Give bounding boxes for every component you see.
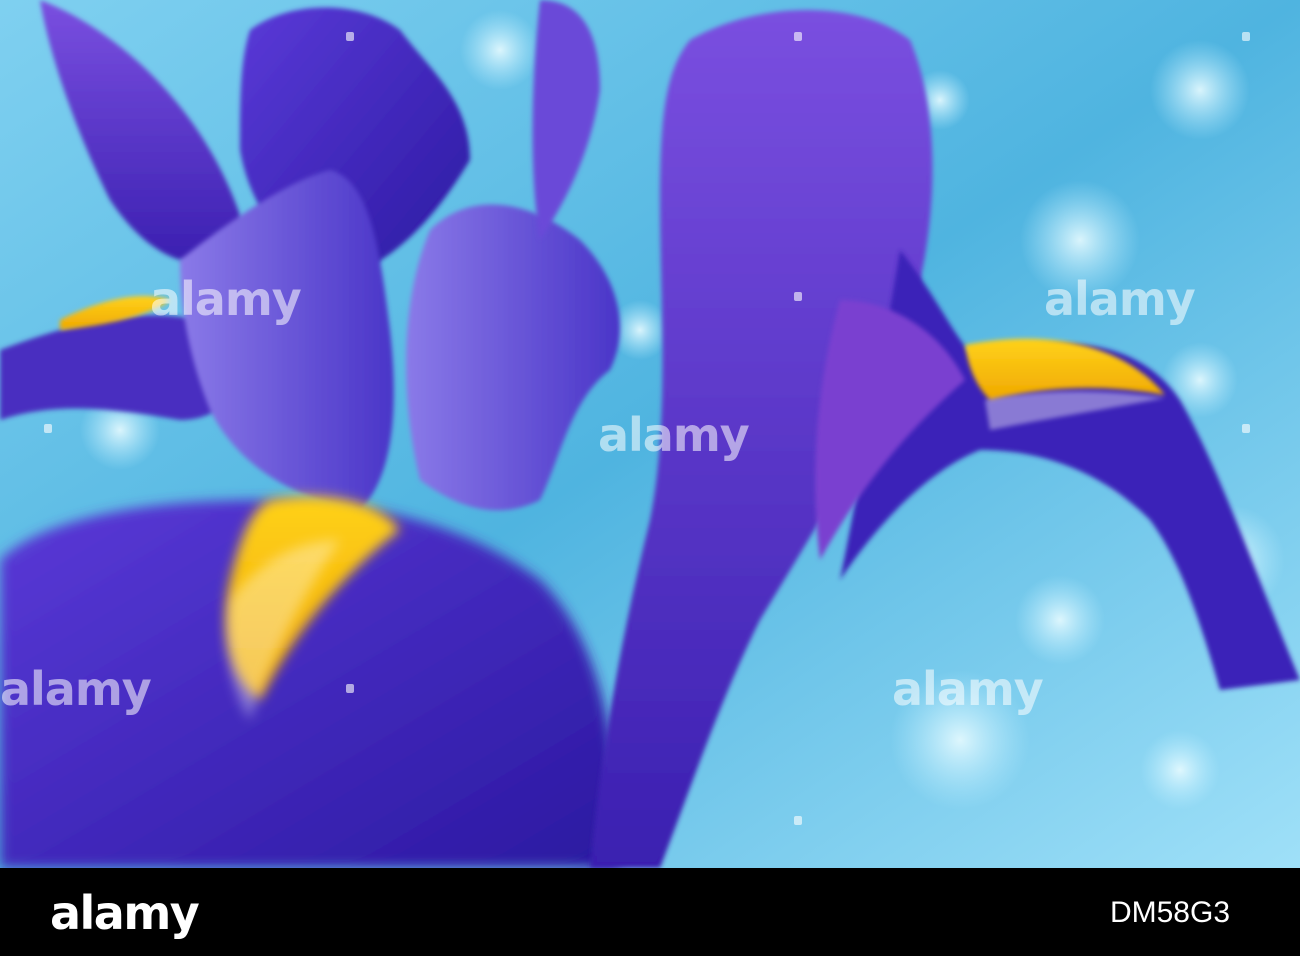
watermark-mark [1242, 32, 1250, 41]
watermark-mark [794, 292, 802, 301]
watermark-mark [44, 424, 52, 433]
photo: alamy alamy alamy alamy alamy [0, 0, 1300, 868]
watermark-mark [1242, 424, 1250, 433]
alamy-logo[interactable]: alamy [50, 886, 200, 940]
footer-bar: alamy DM58G3 [0, 868, 1300, 956]
watermark-mark [794, 816, 802, 825]
watermark-mark [794, 32, 802, 41]
watermark-mark [346, 32, 354, 41]
watermark-mark [346, 684, 354, 693]
iris-photo-art [0, 0, 1300, 868]
image-id: DM58G3 [1109, 896, 1230, 929]
